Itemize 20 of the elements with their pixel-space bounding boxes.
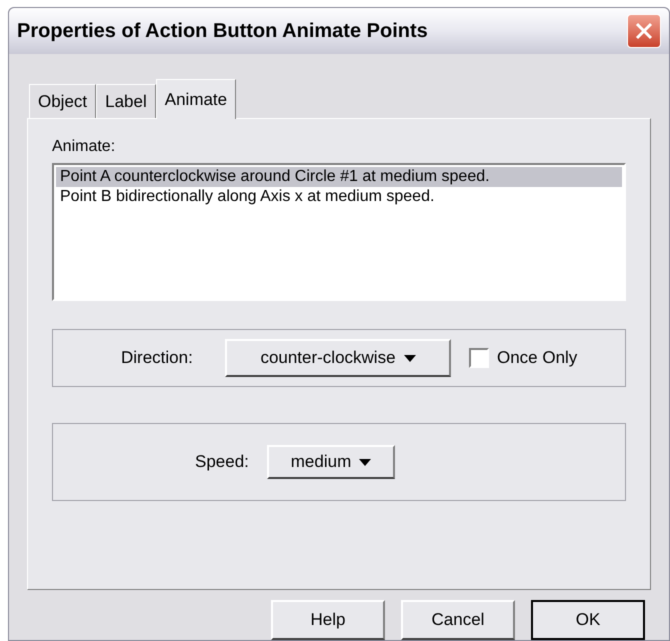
list-item[interactable]: Point A counterclockwise around Circle #1 at medium speed.: [56, 167, 622, 187]
caret-icon: [404, 354, 416, 362]
close-button[interactable]: [627, 14, 661, 48]
caret-icon: [359, 458, 372, 466]
window-title: Properties of Action Button Animate Points: [17, 19, 428, 44]
direction-dropdown[interactable]: counter-clockwise: [225, 339, 451, 377]
list-item[interactable]: Point B bidirectionally along Axis x at medium speed.: [56, 187, 622, 207]
tab[interactable]: Label: [96, 84, 156, 118]
dialog-button[interactable]: Help: [271, 600, 385, 640]
speed-label: Speed:: [195, 451, 250, 474]
once-only-label: Once Only: [497, 347, 578, 370]
dialog-button[interactable]: OK: [531, 600, 645, 640]
tab[interactable]: Animate: [156, 79, 236, 119]
animate-label: Animate:: [52, 137, 116, 157]
close-icon: [635, 22, 653, 40]
direction-label: Direction:: [121, 347, 194, 370]
tab[interactable]: Object: [29, 84, 96, 118]
dialog-button[interactable]: Cancel: [401, 600, 515, 640]
once-only-checkbox[interactable]: [469, 348, 489, 368]
speed-dropdown[interactable]: medium: [267, 445, 395, 479]
